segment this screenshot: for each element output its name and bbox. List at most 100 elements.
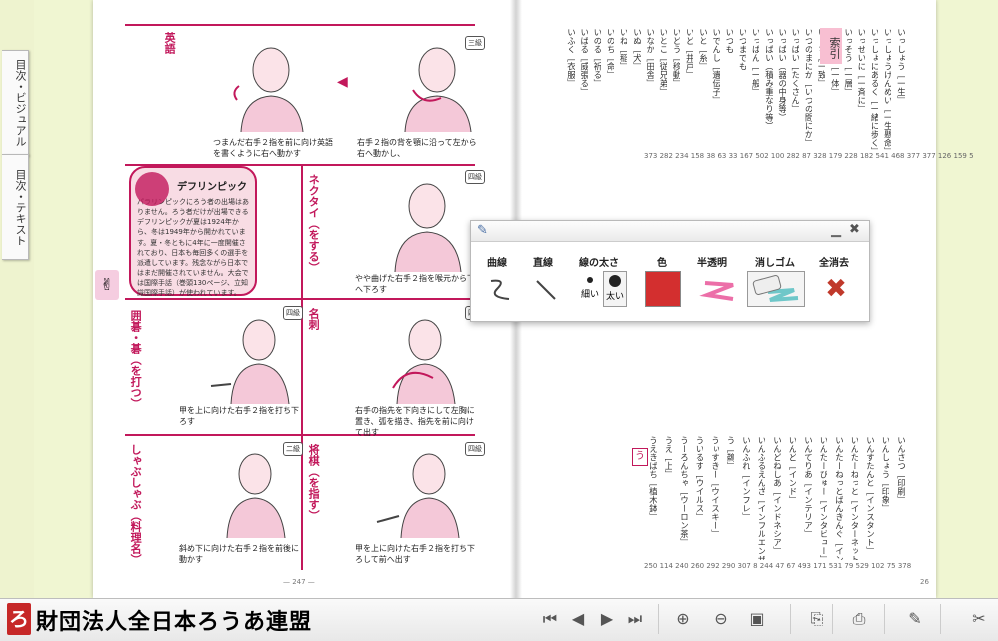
- index-entry[interactable]: いっそう［一層］: [843, 28, 852, 150]
- index-entry[interactable]: いっぱい［たくさん］: [790, 28, 799, 150]
- direction-arrow-icon: ◀: [337, 74, 348, 90]
- grid-line: [301, 164, 303, 570]
- page-number: — 247 —: [283, 578, 315, 586]
- index-entry[interactable]: いでんし［遺伝子］: [711, 28, 720, 150]
- print-icon[interactable]: ⎙: [846, 606, 872, 632]
- page-number: 26: [920, 578, 929, 586]
- index-entry[interactable]: いど［井戸］: [685, 28, 694, 150]
- index-entry[interactable]: いんすたんと［インスタント］: [865, 436, 874, 560]
- zoom-out-icon[interactable]: ⊖: [708, 606, 734, 632]
- first-page-icon[interactable]: ⏮: [537, 606, 563, 632]
- index-page-numbers: 250 114 240 260 292 290 307 8 244 47 67 …: [644, 562, 912, 570]
- highlighter-tool[interactable]: [699, 271, 739, 307]
- sign-caption: 斜め下に向けた右手２指を前後に動かす: [179, 544, 299, 564]
- index-entry[interactable]: いぬ［犬］: [632, 28, 641, 150]
- thick-line-option[interactable]: 太い: [603, 271, 627, 307]
- index-entry[interactable]: いっぱい（積み重なり等）: [764, 28, 773, 150]
- palette-titlebar[interactable]: ✎ ▁ ✖: [471, 221, 869, 242]
- tool-label-color: 色: [657, 258, 667, 269]
- index-entry[interactable]: いんさつ［印刷］: [896, 436, 905, 560]
- hand-sign-icon: ✌: [95, 270, 119, 300]
- index-entry[interactable]: いんしょう［印象］: [881, 436, 890, 560]
- index-entry[interactable]: うぃすきー［ウイスキー］: [710, 436, 719, 560]
- signer-figure: [226, 453, 286, 538]
- index-entry[interactable]: いんてりあ［インテリア］: [803, 436, 812, 560]
- index-entry[interactable]: いつも: [724, 28, 733, 150]
- index-entry[interactable]: いんど［インド］: [788, 436, 797, 560]
- color-picker[interactable]: [645, 271, 681, 307]
- sign-caption: つまんだ右手２指を前に向け英語を書くように右へ動かす: [213, 138, 333, 158]
- index-entry[interactable]: いのち［命］: [606, 28, 615, 150]
- zoom-in-icon[interactable]: ⊕: [670, 606, 696, 632]
- sign-word-shabushabu: しゃぶしゃぶ（料理名）: [129, 444, 143, 565]
- signer-figure: [376, 453, 460, 538]
- signer-figure: [210, 319, 290, 404]
- index-entry[interactable]: いなか［田舎］: [645, 28, 654, 150]
- pencil-icon: ✎: [477, 223, 488, 238]
- export-icon[interactable]: ⎘: [804, 606, 830, 632]
- page-view-icon[interactable]: ▣: [744, 606, 770, 632]
- scissors-icon[interactable]: ✂: [966, 606, 992, 632]
- sign-caption: 右手の指先を下向きにして左胸に置き、弧を描き、指先を前に向けて出す: [355, 406, 475, 437]
- index-entry[interactable]: いっしょにあるく［一緒に歩く］: [870, 28, 879, 150]
- index-entry[interactable]: いっせいに［一斉に］: [856, 28, 865, 150]
- drawing-palette[interactable]: ✎ ▁ ✖ 曲線 直線 線の太さ 細い 太い 色 半透明 消しゴム 全消去 ✖: [470, 220, 870, 322]
- index-entry[interactable]: いんどねしあ［インドネシア］: [772, 436, 781, 560]
- thin-line-option[interactable]: 細い: [579, 271, 601, 307]
- index-entry[interactable]: いのる［祈る］: [592, 28, 601, 150]
- index-entry[interactable]: いっぱん［一般］: [751, 28, 760, 150]
- toolbar-separator: [658, 604, 659, 634]
- index-entry[interactable]: う［鵜］: [726, 436, 735, 560]
- curve-icon: [490, 279, 510, 300]
- index-entry[interactable]: いどう［移動］: [672, 28, 681, 150]
- index-tab[interactable]: 索引: [820, 28, 842, 64]
- index-entry[interactable]: いっしょうけんめい［一生懸命］: [883, 28, 892, 150]
- index-entry[interactable]: いっしょう［一生］: [896, 28, 905, 150]
- tool-label-clear-all: 全消去: [819, 258, 849, 269]
- index-entry[interactable]: いね［稲］: [619, 28, 628, 150]
- index-entry[interactable]: いんふるえんざ［インフルエンザ］: [757, 436, 766, 560]
- index-entry[interactable]: いんたーねっとばんきんぐ［インターネットバンキング］: [834, 436, 843, 560]
- index-entry[interactable]: いっぱい（器の中身等）: [777, 28, 786, 150]
- sign-word-shogi: 将棋（を指す）: [307, 444, 321, 521]
- tool-label-translucent: 半透明: [697, 258, 727, 269]
- toolbar-separator: [884, 604, 885, 634]
- index-entry[interactable]: うえ［上］: [664, 436, 673, 560]
- curve-tool[interactable]: [483, 271, 517, 307]
- highlighter-icon: [699, 281, 734, 301]
- line-tool[interactable]: [529, 271, 563, 307]
- index-entry[interactable]: いんたーびゅー［インタビュー］: [819, 436, 828, 560]
- minimize-icon[interactable]: ▁: [831, 223, 841, 238]
- tab-text-toc[interactable]: 目次・テキスト: [2, 154, 29, 260]
- thin-label: 細い: [580, 290, 599, 300]
- close-icon[interactable]: ✖: [849, 222, 860, 237]
- sign-word-meishi: 名刺: [307, 308, 321, 330]
- index-entry[interactable]: いんふれ［インフレ］: [741, 436, 750, 560]
- last-page-icon[interactable]: ⏭: [622, 606, 648, 632]
- sign-word-necktie: ネクタイ（をする）: [307, 174, 321, 273]
- tool-label-eraser: 消しゴム: [755, 258, 795, 269]
- clear-all-button[interactable]: ✖: [821, 271, 851, 307]
- index-page-numbers: 373 282 234 158 38 63 33 167 502 100 282…: [644, 152, 974, 160]
- index-entry[interactable]: いつのまにか［いつの間にか］: [804, 28, 813, 150]
- index-entry[interactable]: うえきばち［植木鉢］: [648, 436, 657, 560]
- pen-icon[interactable]: ✎: [902, 606, 928, 632]
- index-entry[interactable]: いばる［威張る］: [579, 28, 588, 150]
- index-entry[interactable]: いと［糸］: [698, 28, 707, 150]
- index-entry[interactable]: いとこ［従兄弟］: [658, 28, 667, 150]
- index-entry[interactable]: ういるす［ウイルス］: [695, 436, 704, 560]
- index-entry[interactable]: うーろんちゃ［ウーロン茶］: [679, 436, 688, 560]
- prev-page-icon[interactable]: ◀: [565, 606, 591, 632]
- sign-caption: 右手２指の背を顎に沿って左から右へ動かし、: [357, 138, 477, 158]
- info-box-text: パラリンピックにろう者の出場はありません。ろう者だけが出場できるデフリンピックが…: [137, 198, 249, 298]
- flower-logo-icon: [135, 172, 169, 206]
- index-entry[interactable]: いつまでも: [738, 28, 747, 150]
- index-entry[interactable]: いふく［衣服］: [566, 28, 575, 150]
- tool-label-line: 直線: [533, 258, 553, 269]
- eraser-tool[interactable]: [747, 271, 805, 307]
- index-entry[interactable]: いんたーねっと［インターネット］: [850, 436, 859, 560]
- left-page[interactable]: ✌ 英語 三級 ◀ つまんだ右手２指を前に向け英語を書くように右へ動かす 右手２…: [93, 0, 511, 598]
- next-page-icon[interactable]: ▶: [594, 606, 620, 632]
- tab-visual-toc[interactable]: 目次・ビジュアル: [2, 50, 29, 156]
- signer-figure: [404, 47, 472, 132]
